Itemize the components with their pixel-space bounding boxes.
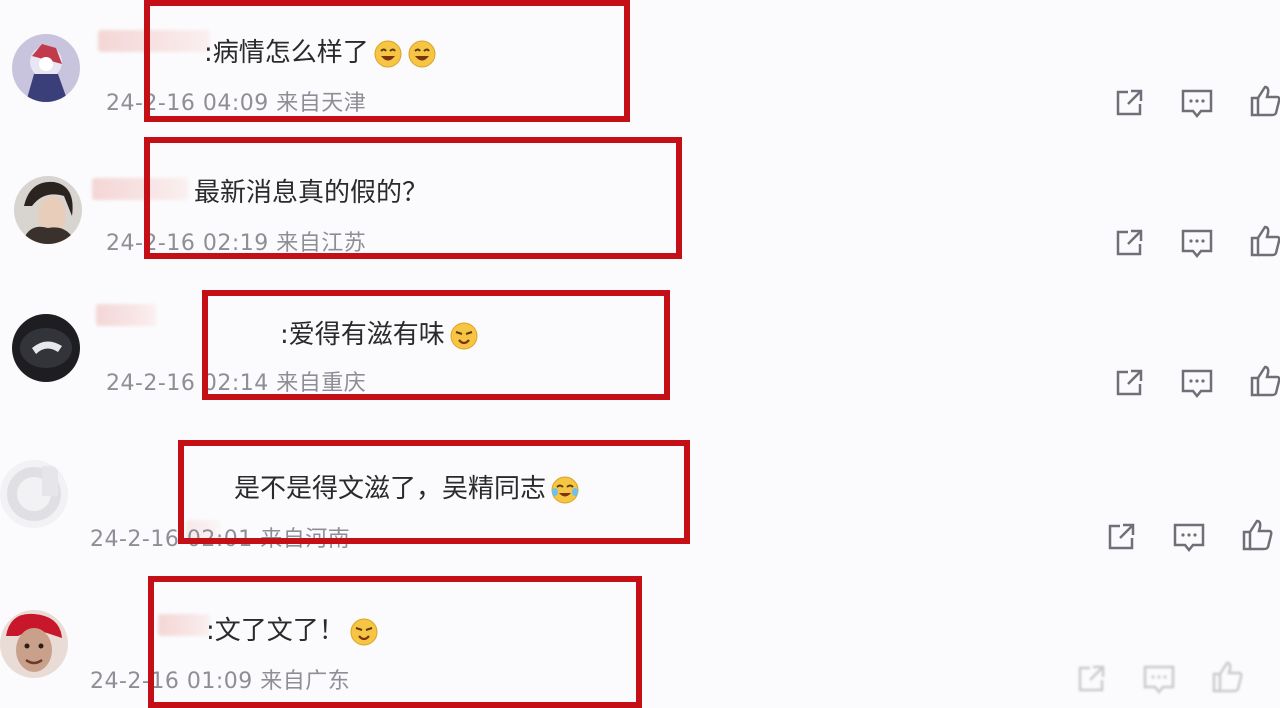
cry-laugh-emoji	[551, 476, 579, 503]
comment-location: 来自天津	[276, 91, 367, 116]
comment-location: 来自广东	[260, 669, 351, 694]
comment-icon[interactable]	[1142, 662, 1176, 696]
comment-date: 24-2-16 04:09	[106, 91, 269, 116]
avatar[interactable]	[12, 34, 80, 102]
share-icon[interactable]	[1074, 662, 1108, 696]
comment-date: 24-2-16 02:01	[90, 527, 253, 552]
comment-meta: 24-2-16 02:14 来自重庆	[106, 370, 366, 398]
like-icon[interactable]	[1248, 224, 1280, 258]
share-icon[interactable]	[1104, 520, 1138, 554]
like-icon[interactable]	[1248, 84, 1280, 118]
username-blurred[interactable]	[96, 304, 156, 326]
share-icon[interactable]	[1112, 86, 1146, 120]
comment-text: 最新消息真的假的？	[194, 178, 429, 208]
avatar[interactable]	[0, 610, 68, 678]
comment-location: 来自重庆	[276, 371, 367, 396]
username-blurred[interactable]	[98, 30, 210, 52]
comment-meta: 24-2-16 02:01 来自河南	[90, 526, 350, 554]
comment-location: 来自江苏	[276, 231, 367, 256]
comment-meta: 24-2-16 02:19 来自江苏	[106, 230, 366, 258]
avatar[interactable]	[12, 314, 80, 382]
like-icon[interactable]	[1210, 660, 1244, 694]
comment-icon[interactable]	[1172, 520, 1206, 554]
share-icon[interactable]	[1112, 366, 1146, 400]
username-blurred[interactable]	[158, 614, 210, 636]
grin-emoji	[374, 40, 402, 67]
comment-text: :爱得有滋有味	[280, 318, 479, 352]
like-icon[interactable]	[1248, 364, 1280, 398]
comment-date: 24-2-16 02:19	[106, 231, 269, 256]
wink-emoji	[450, 322, 478, 349]
comment-date: 24-2-16 01:09	[90, 669, 253, 694]
comment-location: 来自河南	[260, 527, 351, 552]
comment-date: 24-2-16 02:14	[106, 371, 269, 396]
like-icon[interactable]	[1240, 518, 1274, 552]
grin-emoji	[408, 40, 436, 67]
comment-text: :病情怎么样了	[204, 36, 437, 70]
avatar[interactable]	[0, 460, 68, 528]
comment-meta: 24-2-16 01:09 来自广东	[90, 668, 350, 696]
comment-icon[interactable]	[1180, 226, 1214, 260]
comment-icon[interactable]	[1180, 366, 1214, 400]
avatar[interactable]	[14, 176, 82, 244]
comment-icon[interactable]	[1180, 86, 1214, 120]
username-blurred[interactable]	[92, 178, 188, 200]
comment-text: 是不是得文滋了，吴精同志	[234, 472, 580, 506]
comment-text: :文了文了！	[206, 614, 379, 648]
wink-emoji	[350, 618, 378, 645]
share-icon[interactable]	[1112, 226, 1146, 260]
comment-meta: 24-2-16 04:09 来自天津	[106, 90, 366, 118]
